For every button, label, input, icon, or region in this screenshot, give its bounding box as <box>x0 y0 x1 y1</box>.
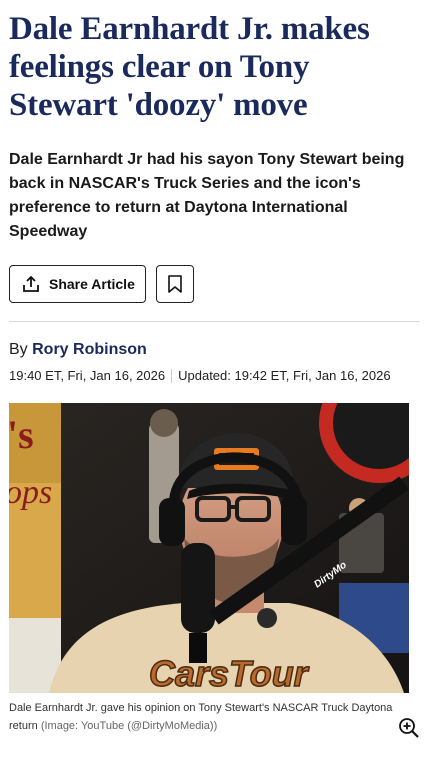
byline: By Rory Robinson <box>9 341 420 359</box>
banner-text-2: ops <box>9 474 52 511</box>
article-dates: 19:40 ET, Fri, Jan 16, 2026 Updated: 19:… <box>9 368 420 383</box>
zoom-in-icon[interactable] <box>398 717 420 739</box>
bookmark-icon <box>167 274 183 294</box>
article-container: Dale Earnhardt Jr. makes feelings clear … <box>0 10 429 739</box>
date-separator <box>171 368 173 383</box>
image-credit: (Image: YouTube (@DirtyMoMedia)) <box>40 720 218 732</box>
article-image[interactable]: 's ops CarsTour DirtyMo <box>9 403 409 693</box>
divider <box>9 321 420 322</box>
caption-text-block: Dale Earnhardt Jr. gave his opinion on T… <box>9 699 398 735</box>
author-link[interactable]: Rory Robinson <box>32 341 147 358</box>
article-image-photo: 's ops CarsTour DirtyMo <box>9 403 409 693</box>
updated-date: Updated: 19:42 ET, Fri, Jan 16, 2026 <box>178 368 391 383</box>
article-headline: Dale Earnhardt Jr. makes feelings clear … <box>9 11 370 123</box>
share-article-button[interactable]: Share Article <box>9 265 146 303</box>
share-icon <box>21 274 41 294</box>
banner-text: 's <box>9 412 34 457</box>
share-article-label: Share Article <box>49 276 135 292</box>
article-standfirst: Dale Earnhardt Jr had his sayon Tony Ste… <box>9 151 405 240</box>
bookmark-button[interactable] <box>155 265 194 303</box>
published-date: 19:40 ET, Fri, Jan 16, 2026 <box>9 368 166 383</box>
byline-prefix: By <box>9 341 28 358</box>
shirt-text: CarsTour <box>149 653 310 693</box>
article-actions: Share Article <box>9 265 420 303</box>
image-caption: Dale Earnhardt Jr. gave his opinion on T… <box>9 699 420 739</box>
